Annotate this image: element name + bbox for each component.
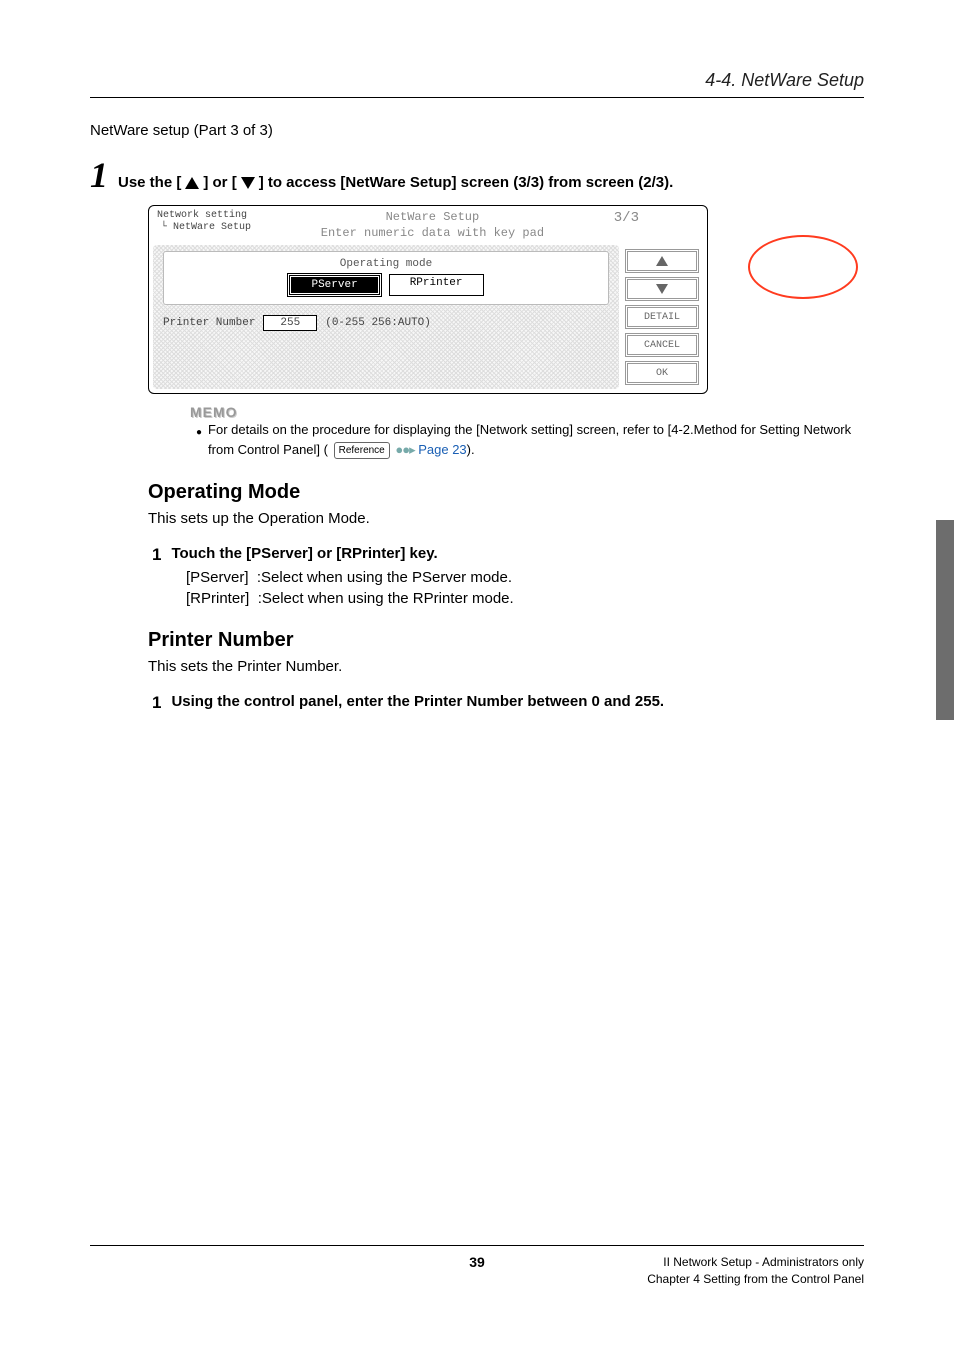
operating-mode-desc: This sets up the Operation Mode. xyxy=(148,510,864,527)
section-title: 4-4. NetWare Setup xyxy=(705,70,864,90)
opt-pserver-val: :Select when using the PServer mode. xyxy=(257,569,512,586)
pnum-step-text: Using the control panel, enter the Print… xyxy=(171,693,664,713)
step-instruction: Use the [ ] or [ ] to access [NetWare Se… xyxy=(118,174,673,191)
operating-mode-label: Operating mode xyxy=(172,258,600,270)
opt-rprinter-key: [RPrinter] xyxy=(186,590,249,607)
memo-text-a: For details on the procedure for display… xyxy=(208,422,851,457)
detail-button[interactable]: DETAIL xyxy=(625,305,699,329)
highlight-oval xyxy=(748,235,858,299)
reference-pill: Reference xyxy=(334,442,390,459)
page-link[interactable]: Page 23 xyxy=(418,442,466,457)
ok-button[interactable]: OK xyxy=(625,361,699,385)
scroll-up-button[interactable] xyxy=(625,249,699,273)
printer-number-hint: (0-255 256:AUTO) xyxy=(325,317,431,329)
bullet-icon xyxy=(196,420,202,459)
arrow-up-icon xyxy=(185,177,199,189)
arrow-up-icon xyxy=(656,256,668,266)
opmode-step-num: 1 xyxy=(152,545,161,565)
pserver-button[interactable]: PServer xyxy=(288,274,380,296)
operating-mode-heading: Operating Mode xyxy=(148,481,864,504)
breadcrumb-1: Network setting xyxy=(157,210,251,222)
cancel-button[interactable]: CANCEL xyxy=(625,333,699,357)
printer-number-field[interactable]: 255 xyxy=(263,315,317,331)
opmode-step-text: Touch the [PServer] or [RPrinter] key. xyxy=(171,545,437,565)
pnum-step-num: 1 xyxy=(152,693,161,713)
memo-label: MEMO xyxy=(190,404,864,420)
opt-pserver-key: [PServer] xyxy=(186,569,249,586)
opt-rprinter-val: :Select when using the RPrinter mode. xyxy=(258,590,514,607)
page-indicator: 3/3 xyxy=(614,210,699,226)
printer-number-label: Printer Number xyxy=(163,317,255,329)
step-number: 1 xyxy=(90,157,108,193)
sub-heading: NetWare setup (Part 3 of 3) xyxy=(90,122,864,139)
step1-pre: Use the [ xyxy=(118,174,181,191)
rprinter-button[interactable]: RPrinter xyxy=(389,274,484,296)
breadcrumb-2: NetWare Setup xyxy=(173,222,251,233)
step1-post: ] to access [NetWare Setup] screen (3/3)… xyxy=(259,174,674,191)
footer-line2: Chapter 4 Setting from the Control Panel xyxy=(647,1272,864,1286)
printer-number-desc: This sets the Printer Number. xyxy=(148,658,864,675)
dialog-title: NetWare Setup xyxy=(251,210,614,226)
printer-number-heading: Printer Number xyxy=(148,629,864,652)
dialog-subtitle: Enter numeric data with key pad xyxy=(251,226,614,242)
arrow-down-icon xyxy=(241,177,255,189)
netware-dialog: Network setting └ NetWare Setup NetWare … xyxy=(148,205,708,394)
page-number: 39 xyxy=(469,1254,485,1270)
footer-line1: II Network Setup - Administrators only xyxy=(663,1255,864,1269)
memo-text: For details on the procedure for display… xyxy=(208,420,864,459)
thumb-tab xyxy=(936,520,954,720)
dots-icon: ●●▸ xyxy=(395,442,414,457)
arrow-down-icon xyxy=(656,284,668,294)
scroll-down-button[interactable] xyxy=(625,277,699,301)
step1-mid: ] or [ xyxy=(203,174,236,191)
memo-text-c: ). xyxy=(467,442,475,457)
